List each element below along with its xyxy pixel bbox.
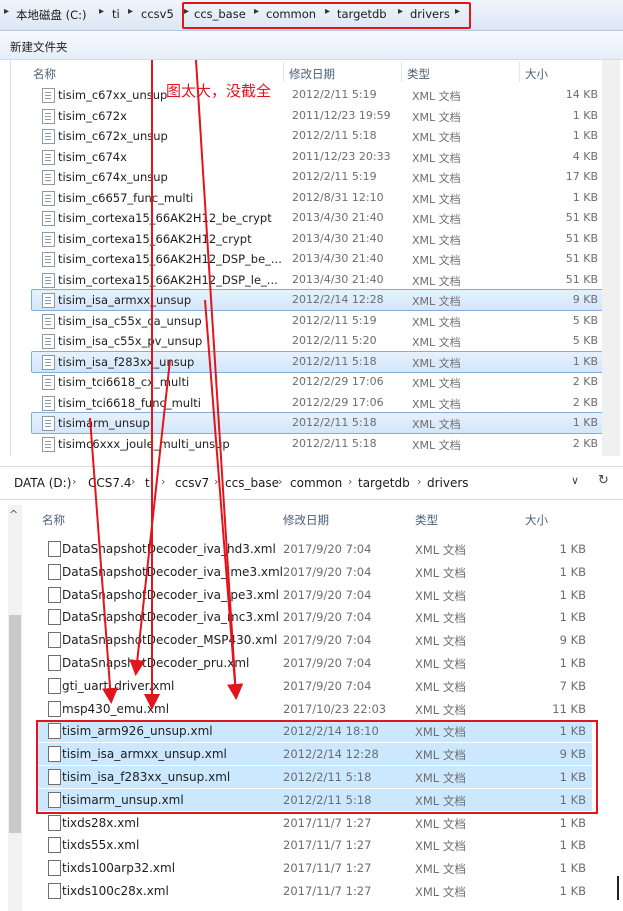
arrow-line — [195, 59, 244, 700]
annotation-arrows — [89, 59, 244, 710]
arrow-line — [89, 417, 119, 704]
